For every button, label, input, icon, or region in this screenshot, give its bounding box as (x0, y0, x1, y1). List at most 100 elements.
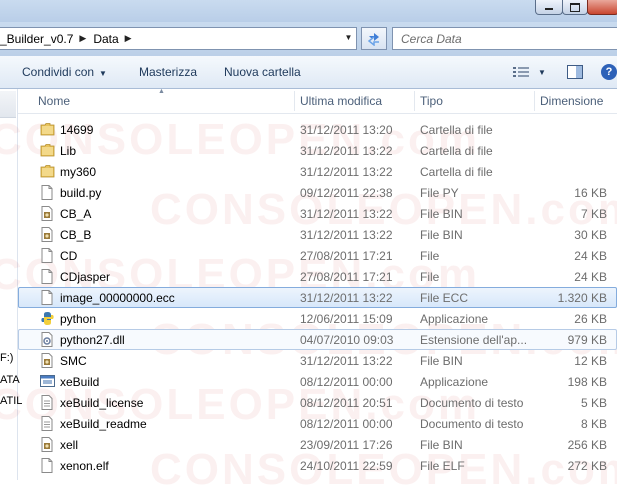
file-name: Lib (60, 144, 77, 158)
share-with-button[interactable]: Condividi con ▼ (22, 65, 107, 79)
file-size: 24 KB (574, 249, 607, 263)
folder-icon (40, 143, 55, 158)
search-input[interactable] (401, 31, 611, 46)
help-button[interactable]: ? (601, 64, 617, 80)
column-header-size[interactable]: Dimensione (540, 94, 603, 108)
file-type: File BIN (420, 228, 463, 242)
column-headers: ▲ Nome Ultima modifica Tipo Dimensione (18, 88, 617, 114)
dll-file-icon (40, 332, 54, 347)
blank-file-icon (40, 269, 54, 284)
file-row[interactable]: build.py 09/12/2011 22:38 File PY 16 KB (18, 182, 617, 203)
file-type: Applicazione (420, 312, 489, 326)
file-row[interactable]: python 12/06/2011 15:09 Applicazione 26 KB (18, 308, 617, 329)
file-type: Cartella di file (420, 144, 493, 158)
file-row[interactable]: Lib 31/12/2011 13:22 Cartella di file (18, 140, 617, 161)
text-file-icon (40, 416, 54, 431)
application-icon (40, 374, 55, 389)
file-modified-date: 31/12/2011 13:20 (300, 123, 393, 137)
file-row[interactable]: SMC 31/12/2011 13:22 File BIN 12 KB (18, 350, 617, 371)
file-name: xeBuild_readme (60, 417, 147, 431)
file-row[interactable]: xeBuild_readme 08/12/2011 00:00 Documento … (18, 413, 617, 434)
file-row[interactable]: xell 23/09/2011 17:26 File BIN 256 KB (18, 434, 617, 455)
nav-item-label[interactable]: ATA (0, 374, 20, 386)
file-row[interactable]: CDjasper 27/08/2011 17:21 File 24 KB (18, 266, 617, 287)
file-modified-date: 31/12/2011 13:22 (300, 291, 393, 305)
nav-item-label[interactable]: F:) (0, 352, 13, 364)
file-row[interactable]: 14699 31/12/2011 13:20 Cartella di file (18, 119, 617, 140)
preview-pane-icon (567, 65, 583, 79)
breadcrumb-item[interactable]: Data (93, 32, 118, 46)
preview-pane-button[interactable] (567, 65, 583, 79)
file-size: 24 KB (574, 270, 607, 284)
column-divider[interactable] (294, 91, 295, 111)
file-row[interactable]: image_00000000.ecc 31/12/2011 13:22 File E… (18, 287, 617, 308)
file-row[interactable]: CB_A 31/12/2011 13:22 File BIN 7 KB (18, 203, 617, 224)
file-row[interactable]: my360 31/12/2011 13:22 Cartella di file (18, 161, 617, 182)
file-row[interactable]: xenon.elf 24/10/2011 22:59 File ELF 272 KB (18, 455, 617, 476)
column-divider[interactable] (534, 91, 535, 111)
file-row[interactable]: xeBuild_license 08/12/2011 20:51 Documento… (18, 392, 617, 413)
blank-file-icon (40, 458, 54, 473)
file-name: xeBuild_license (60, 396, 144, 410)
file-name: image_00000000.ecc (60, 291, 175, 305)
navigation-pane: F:) ATA ATIL (0, 89, 22, 480)
file-name: build.py (60, 186, 102, 200)
bin-file-icon (40, 353, 54, 368)
nav-pane-item[interactable] (0, 91, 16, 118)
breadcrumb-separator-icon[interactable]: ▶ (79, 33, 86, 44)
file-size: 8 KB (580, 417, 607, 431)
file-size: 30 KB (574, 228, 607, 242)
search-box[interactable] (392, 27, 617, 50)
file-row[interactable]: CB_B 31/12/2011 13:22 File BIN 30 KB (18, 224, 617, 245)
file-size: 26 KB (574, 312, 607, 326)
refresh-button[interactable] (361, 27, 387, 50)
chevron-down-icon: ▼ (99, 69, 107, 78)
file-type: File BIN (420, 438, 463, 452)
breadcrumb-separator-icon[interactable]: ▶ (125, 33, 132, 44)
file-name: xeBuild (60, 375, 100, 389)
column-header-name[interactable]: Nome (38, 94, 70, 108)
bin-file-icon (40, 227, 54, 242)
view-details-icon (513, 67, 529, 77)
file-name: my360 (60, 165, 97, 179)
file-modified-date: 31/12/2011 13:22 (300, 354, 393, 368)
file-size: 272 KB (567, 459, 607, 473)
file-row[interactable]: CD 27/08/2011 17:21 File 24 KB (18, 245, 617, 266)
file-size: 12 KB (574, 354, 607, 368)
column-header-modified[interactable]: Ultima modifica (300, 94, 382, 108)
change-view-button[interactable]: ▼ (513, 66, 547, 78)
file-type: File BIN (420, 354, 463, 368)
address-bar[interactable]: _Builder_v0.7 ▶ Data ▶ (0, 27, 357, 50)
file-modified-date: 31/12/2011 13:22 (300, 228, 393, 242)
file-type: File ELF (420, 459, 465, 473)
blank-file-icon (40, 248, 54, 263)
column-header-type[interactable]: Tipo (420, 94, 443, 108)
file-row[interactable]: xeBuild 08/12/2011 00:00 Applicazione 198 K… (18, 371, 617, 392)
file-modified-date: 08/12/2011 00:00 (300, 375, 393, 389)
file-row[interactable]: python27.dll 04/07/2010 09:03 Estensione d… (18, 329, 617, 350)
bin-file-icon (40, 437, 54, 452)
python-icon (40, 311, 54, 326)
folder-icon (40, 122, 55, 137)
file-type: Applicazione (420, 375, 489, 389)
file-name: xenon.elf (60, 459, 109, 473)
new-folder-button[interactable]: Nuova cartella (224, 65, 301, 79)
file-type: Cartella di file (420, 165, 493, 179)
file-type: File (420, 270, 440, 284)
breadcrumb-item[interactable]: _Builder_v0.7 (0, 32, 73, 46)
close-button[interactable] (587, 0, 617, 15)
file-modified-date: 24/10/2011 22:59 (300, 459, 393, 473)
file-modified-date: 08/12/2011 20:51 (300, 396, 393, 410)
file-size: 16 KB (574, 186, 607, 200)
refresh-icon (367, 32, 379, 46)
address-dropdown-button[interactable]: ▼ (340, 27, 357, 48)
file-size: 5 KB (580, 396, 607, 410)
burn-button[interactable]: Masterizza (139, 65, 197, 79)
minimize-button[interactable] (535, 0, 563, 15)
file-name: CDjasper (60, 270, 111, 284)
column-divider[interactable] (414, 91, 415, 111)
maximize-button[interactable] (562, 0, 588, 15)
file-size: 979 KB (567, 333, 607, 347)
file-modified-date: 09/12/2011 22:38 (300, 186, 393, 200)
file-name: CB_A (60, 207, 92, 221)
